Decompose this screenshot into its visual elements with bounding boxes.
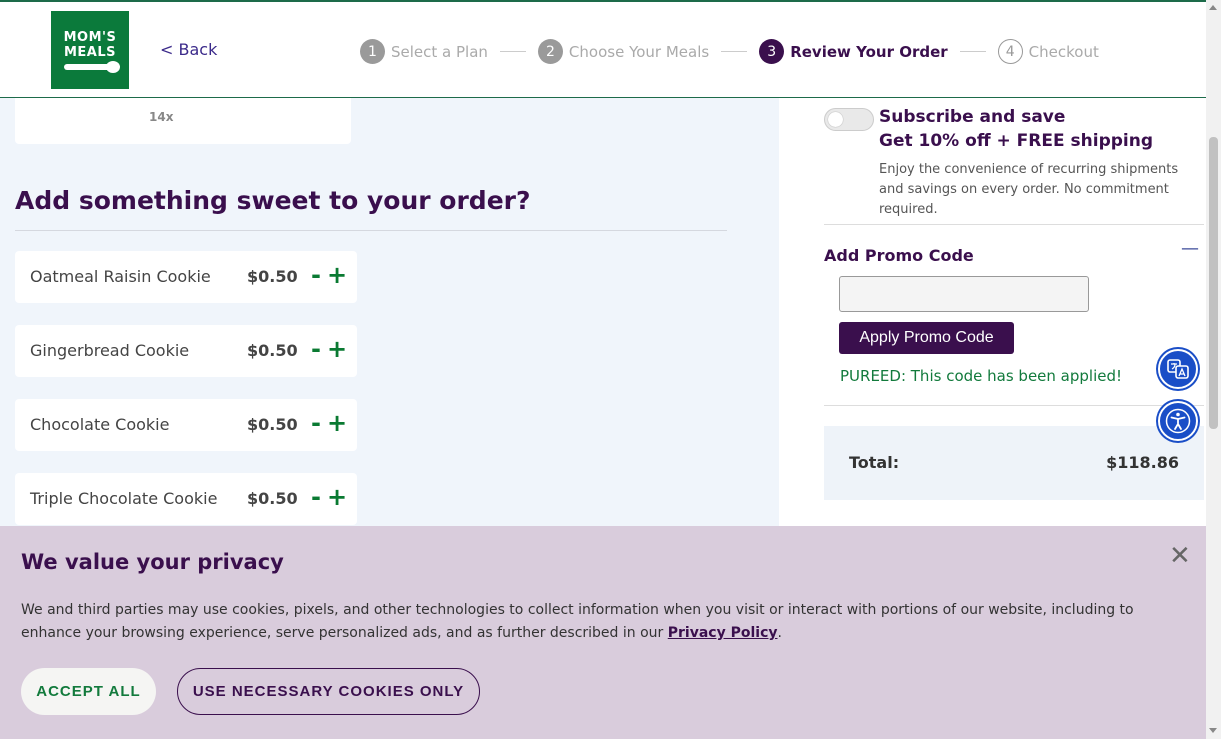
privacy-cookie-banner: We value your privacy ✕ We and third par…: [0, 526, 1206, 739]
checkout-progress-steps: 1 Select a Plan 2 Choose Your Meals 3 Re…: [360, 39, 1099, 64]
cookie-name: Triple Chocolate Cookie: [30, 489, 218, 508]
promo-code-heading[interactable]: Add Promo Code: [824, 246, 974, 265]
increase-quantity-button[interactable]: +: [327, 262, 347, 288]
page-scrollbar[interactable]: [1206, 0, 1221, 739]
order-total-box: Total: $118.86: [824, 426, 1204, 500]
necessary-cookies-only-button[interactable]: USE NECESSARY COOKIES ONLY: [177, 668, 480, 715]
accept-all-cookies-button[interactable]: ACCEPT ALL: [21, 668, 156, 715]
moms-meals-logo[interactable]: MOM'S MEALS: [51, 11, 129, 89]
cookie-price: $0.50: [247, 489, 298, 508]
site-header: MOM'S MEALS < Back 1 Select a Plan 2 Cho…: [0, 0, 1206, 98]
meal-item-card: 14x: [15, 98, 351, 144]
step-checkout: 4 Checkout: [997, 39, 1099, 64]
step-number: 4: [997, 39, 1023, 64]
total-value: $118.86: [1106, 453, 1179, 472]
accessibility-figure-icon: [1165, 408, 1191, 434]
accessibility-icon[interactable]: [1158, 401, 1198, 441]
privacy-banner-text: We and third parties may use cookies, pi…: [21, 599, 1161, 645]
increase-quantity-button[interactable]: +: [327, 336, 347, 362]
privacy-text-end: .: [777, 625, 782, 641]
cookie-name: Oatmeal Raisin Cookie: [30, 267, 211, 286]
order-summary-panel: Subscribe and save Get 10% off + FREE sh…: [779, 98, 1206, 528]
cookie-name: Chocolate Cookie: [30, 415, 170, 434]
apply-promo-code-button[interactable]: Apply Promo Code: [839, 322, 1014, 354]
step-label: Checkout: [1028, 42, 1099, 61]
decrease-quantity-button[interactable]: -: [311, 410, 321, 436]
privacy-policy-link[interactable]: Privacy Policy: [668, 625, 778, 641]
translate-icon[interactable]: [1158, 349, 1198, 389]
subscribe-toggle[interactable]: [824, 108, 874, 131]
scroll-down-arrow-icon[interactable]: [1209, 728, 1217, 733]
promo-success-message: PUREED: This code has been applied!: [840, 367, 1123, 385]
total-label: Total:: [849, 453, 900, 472]
section-divider: [15, 230, 727, 231]
decrease-quantity-button[interactable]: -: [311, 484, 321, 510]
logo-text-line2: MEALS: [63, 45, 117, 60]
decrease-quantity-button[interactable]: -: [311, 336, 321, 362]
cookie-item-oatmeal-raisin: Oatmeal Raisin Cookie $0.50 - +: [15, 251, 357, 303]
step-select-plan[interactable]: 1 Select a Plan: [360, 39, 488, 64]
decrease-quantity-button[interactable]: -: [311, 262, 321, 288]
step-label: Select a Plan: [391, 42, 488, 61]
cookie-price: $0.50: [247, 415, 298, 434]
step-label: Choose Your Meals: [568, 42, 710, 61]
step-number: 3: [759, 39, 785, 64]
increase-quantity-button[interactable]: +: [327, 484, 347, 510]
subscribe-title: Subscribe and save: [879, 107, 1066, 127]
cookie-name: Gingerbread Cookie: [30, 341, 190, 360]
summary-divider: [824, 224, 1204, 225]
step-divider: [959, 51, 986, 52]
spoon-icon: [64, 61, 120, 73]
cookie-price: $0.50: [247, 267, 298, 286]
sweets-section-title: Add something sweet to your order?: [15, 186, 531, 215]
cookie-item-chocolate: Chocolate Cookie $0.50 - +: [15, 399, 357, 451]
step-number: 1: [360, 39, 385, 64]
summary-divider: [824, 405, 1204, 406]
logo-text-line1: MOM'S: [63, 30, 117, 45]
step-choose-meals[interactable]: 2 Choose Your Meals: [537, 39, 710, 64]
step-divider: [721, 51, 748, 52]
step-number: 2: [537, 39, 563, 64]
privacy-banner-title: We value your privacy: [21, 550, 284, 574]
step-label: Review Your Order: [790, 42, 948, 61]
cookie-item-triple-chocolate: Triple Chocolate Cookie $0.50 - +: [15, 473, 357, 525]
subscribe-description: Enjoy the convenience of recurring shipm…: [879, 162, 1179, 217]
back-link[interactable]: < Back: [160, 40, 217, 59]
cookie-item-gingerbread: Gingerbread Cookie $0.50 - +: [15, 325, 357, 377]
increase-quantity-button[interactable]: +: [327, 410, 347, 436]
cookie-price: $0.50: [247, 341, 298, 360]
scroll-up-arrow-icon[interactable]: [1209, 5, 1217, 10]
promo-code-input[interactable]: [839, 276, 1089, 312]
meal-item-quantity: 14x: [149, 110, 174, 124]
collapse-minus-icon[interactable]: —: [1181, 238, 1199, 259]
scrollbar-thumb[interactable]: [1209, 137, 1218, 429]
subscribe-offer: Get 10% off + FREE shipping: [879, 131, 1154, 151]
privacy-text-body: We and third parties may use cookies, pi…: [21, 602, 1134, 641]
step-review-order: 3 Review Your Order: [759, 39, 948, 64]
translate-glyph-icon: [1167, 359, 1189, 379]
close-icon[interactable]: ✕: [1169, 543, 1191, 569]
step-divider: [499, 51, 526, 52]
order-items-panel: 14x Add something sweet to your order? O…: [0, 98, 779, 528]
